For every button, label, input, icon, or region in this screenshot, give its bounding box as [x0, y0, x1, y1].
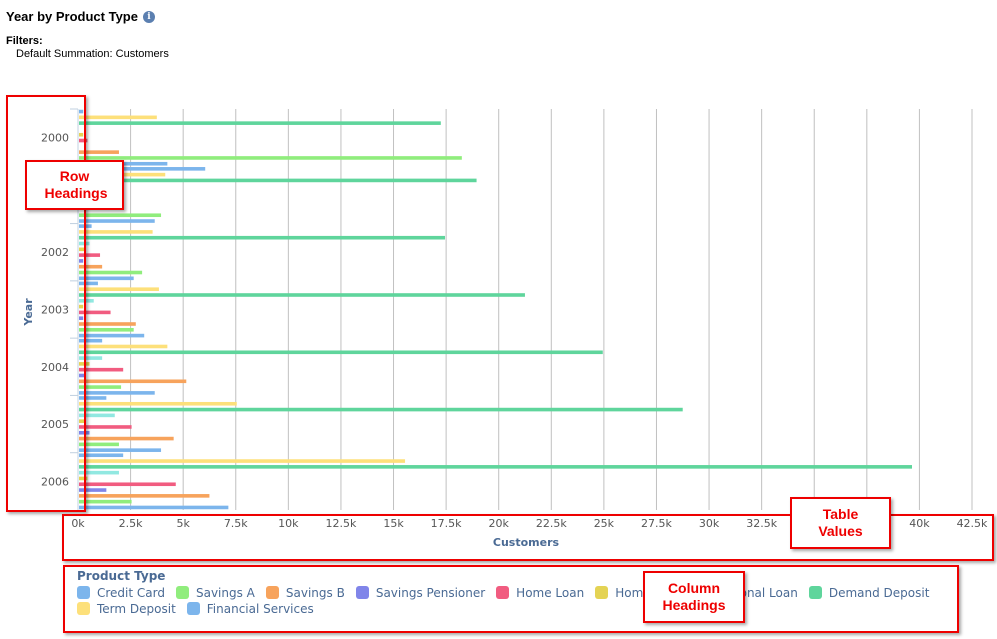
bar[interactable] [79, 270, 143, 275]
bar[interactable] [79, 499, 132, 504]
column-headings-callout: Column Headings [643, 571, 745, 623]
column-headings-frame [63, 565, 959, 633]
table-values-text: Table Values [818, 506, 863, 539]
bar[interactable] [79, 391, 155, 395]
bar[interactable] [79, 276, 134, 281]
bar[interactable] [79, 407, 683, 412]
bar[interactable] [79, 121, 441, 125]
bar[interactable] [79, 448, 162, 452]
bar[interactable] [79, 379, 187, 384]
row-headings-callout: Row Headings [25, 160, 124, 210]
row-headings-text: Row Headings [44, 168, 108, 201]
bar[interactable] [79, 344, 168, 349]
bar[interactable] [79, 494, 210, 498]
bar[interactable] [79, 322, 136, 326]
row-headings-frame [6, 95, 86, 512]
bar[interactable] [79, 235, 446, 240]
bar[interactable] [79, 293, 525, 297]
bar[interactable] [79, 328, 134, 332]
bar[interactable] [79, 505, 229, 510]
bars [79, 109, 912, 510]
bar[interactable] [79, 459, 406, 463]
table-values-callout: Table Values [790, 497, 891, 549]
bar[interactable] [79, 219, 155, 223]
bar[interactable] [79, 287, 159, 291]
column-headings-text: Column Headings [662, 580, 726, 613]
bar[interactable] [79, 156, 462, 160]
bar[interactable] [79, 115, 157, 120]
bar[interactable] [79, 465, 912, 469]
bar-chart: 2000200120022003200420052006 0k2.5k5k7.5… [22, 108, 988, 549]
bar[interactable] [79, 350, 603, 355]
bar[interactable] [79, 230, 153, 234]
grid-lines [130, 109, 973, 510]
bar[interactable] [79, 482, 176, 487]
bar[interactable] [79, 436, 174, 441]
bar[interactable] [79, 425, 132, 429]
bar[interactable] [79, 213, 162, 218]
bar[interactable] [79, 178, 477, 183]
bar[interactable] [79, 401, 237, 406]
bar[interactable] [79, 333, 145, 338]
